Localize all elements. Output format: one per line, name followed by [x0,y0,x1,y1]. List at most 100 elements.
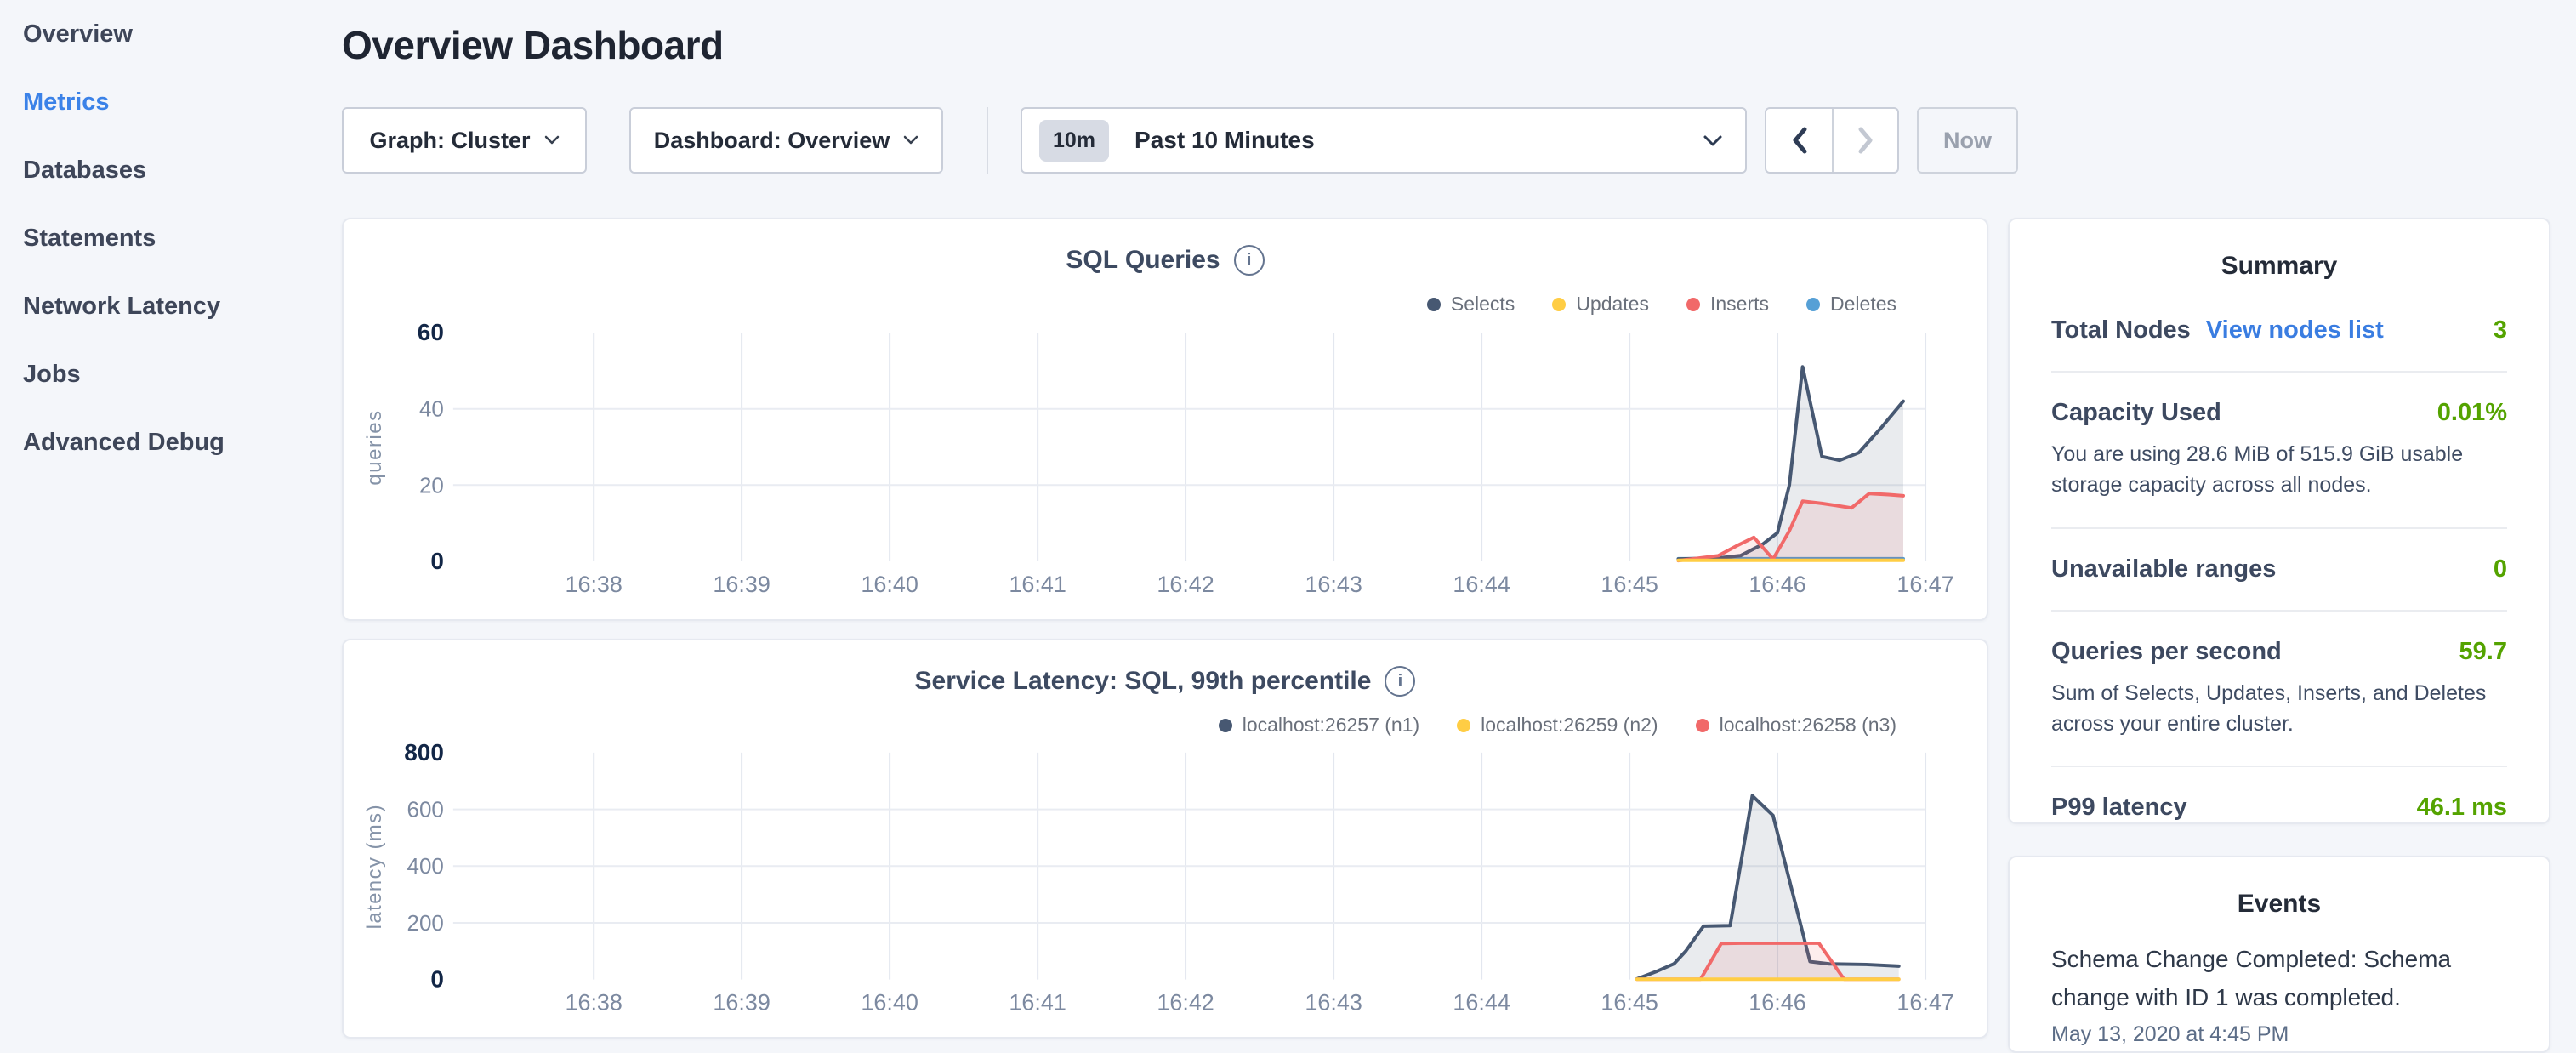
chevron-left-icon [1790,126,1809,155]
svg-text:200: 200 [407,912,444,936]
content-row: SQL Queries i Selects Updates Inserts Delet… [342,218,2551,1053]
right-column: Summary Total Nodes View nodes list 3 Ca… [2008,218,2550,1053]
summary-row-value: 3 [2494,316,2507,344]
chevron-right-icon [1857,126,1875,155]
svg-text:16:40: 16:40 [861,989,918,1015]
sidebar-item-databases[interactable]: Databases [0,136,342,204]
summary-row-subtext: You are using 28.6 MiB of 515.9 GiB usab… [2051,439,2507,501]
chevron-down-icon [544,135,560,145]
dashboard-label: Dashboard: Overview [654,128,890,154]
legend-item[interactable]: Selects [1427,293,1515,316]
chart-plot: 16:38 16:39 16:40 16:41 16:42 16:43 16:44 16:45… [344,219,1987,619]
dashboard-controls: Graph: Cluster Dashboard: Overview 10m P… [342,107,2551,174]
time-range-dropdown[interactable]: 10m Past 10 Minutes [1021,107,1747,174]
service-latency-chart-card: Service Latency: SQL, 99th percentile i … [342,639,1988,1039]
info-icon[interactable]: i [1234,245,1265,276]
controls-divider [987,107,988,174]
sidebar-item-metrics[interactable]: Metrics [0,68,342,136]
chart-title: Service Latency: SQL, 99th percentile i [344,666,1987,697]
now-button[interactable]: Now [1917,107,2018,174]
svg-text:16:45: 16:45 [1601,989,1658,1015]
svg-text:16:44: 16:44 [1453,989,1510,1015]
legend-label: localhost:26258 (n3) [1720,714,1896,737]
summary-title: Summary [2051,219,2507,281]
summary-row-capacity-used: Capacity Used 0.01% You are using 28.6 M… [2051,373,2507,529]
info-icon[interactable]: i [1385,666,1415,697]
chart-legend: localhost:26257 (n1) localhost:26259 (n2)… [1219,714,1896,737]
svg-text:60: 60 [418,319,444,345]
summary-row-label: Capacity Used [2051,399,2221,427]
svg-text:16:44: 16:44 [1453,572,1510,597]
svg-text:16:38: 16:38 [565,572,622,597]
legend-dot-icon [1696,719,1709,732]
svg-text:16:41: 16:41 [1009,572,1066,597]
graph-scope-dropdown[interactable]: Graph: Cluster [342,107,587,174]
legend-item[interactable]: localhost:26257 (n1) [1219,714,1419,737]
chart-title: SQL Queries i [344,245,1987,276]
legend-label: Deletes [1830,293,1896,316]
svg-text:16:43: 16:43 [1305,572,1362,597]
summary-row-subtext: Sum of Selects, Updates, Inserts, and De… [2051,678,2507,740]
sidebar-item-advanced-debug[interactable]: Advanced Debug [0,408,342,476]
legend-dot-icon [1686,298,1700,311]
summary-row-value: 0.01% [2437,399,2507,427]
legend-item[interactable]: Deletes [1806,293,1896,316]
summary-row-unavailable-ranges: Unavailable ranges 0 [2051,529,2507,612]
summary-row-value: 0 [2494,555,2507,583]
legend-item[interactable]: Updates [1552,293,1649,316]
svg-text:600: 600 [407,799,444,822]
event-item-timestamp: May 13, 2020 at 4:45 PM [2051,1022,2507,1047]
svg-text:800: 800 [404,739,444,766]
svg-text:16:46: 16:46 [1749,989,1805,1015]
legend-label: Selects [1451,293,1515,316]
chevron-down-icon [903,135,918,145]
summary-row-label: P99 latency [2051,794,2187,822]
svg-text:20: 20 [419,472,444,498]
summary-row-queries-per-second: Queries per second 59.7 Sum of Selects, … [2051,612,2507,768]
svg-text:16:45: 16:45 [1601,572,1658,597]
summary-row-label: Total Nodes [2051,316,2191,344]
time-step-buttons [1765,107,1899,174]
svg-text:latency (ms): latency (ms) [363,804,386,929]
svg-text:16:39: 16:39 [713,572,770,597]
charts-column: SQL Queries i Selects Updates Inserts Delet… [342,218,1988,1053]
svg-text:16:43: 16:43 [1305,989,1362,1015]
sidebar-item-statements[interactable]: Statements [0,204,342,272]
svg-text:16:41: 16:41 [1009,989,1066,1015]
svg-text:16:42: 16:42 [1157,989,1214,1015]
legend-dot-icon [1427,298,1441,311]
sidebar-item-network-latency[interactable]: Network Latency [0,272,342,340]
legend-label: localhost:26257 (n1) [1243,714,1419,737]
legend-dot-icon [1806,298,1820,311]
prev-time-button[interactable] [1766,109,1832,172]
chart-legend: Selects Updates Inserts Deletes [1427,293,1896,316]
dashboard-dropdown[interactable]: Dashboard: Overview [629,107,943,174]
main-content: Overview Dashboard Graph: Cluster Dashbo… [342,0,2576,1053]
events-title: Events [2051,857,2507,919]
time-range-badge: 10m [1039,120,1109,162]
legend-dot-icon [1219,719,1232,732]
sidebar-item-jobs[interactable]: Jobs [0,340,342,408]
graph-scope-label: Graph: Cluster [369,128,530,154]
next-time-button[interactable] [1832,109,1897,172]
view-nodes-list-link[interactable]: View nodes list [2206,316,2384,344]
legend-item[interactable]: localhost:26259 (n2) [1457,714,1658,737]
svg-text:16:40: 16:40 [861,572,918,597]
legend-label: Updates [1576,293,1649,316]
chart-title-text: Service Latency: SQL, 99th percentile [915,667,1372,696]
svg-text:16:42: 16:42 [1157,572,1214,597]
svg-text:40: 40 [419,396,444,422]
sidebar-nav: Overview Metrics Databases Statements Ne… [0,0,342,1053]
legend-label: Inserts [1710,293,1769,316]
summary-row-value: 46.1 ms [2417,794,2507,822]
chevron-down-icon [1703,134,1723,147]
summary-row-value: 59.7 [2459,638,2507,666]
svg-text:16:47: 16:47 [1896,989,1953,1015]
summary-row-label: Unavailable ranges [2051,555,2276,583]
chart-plot: 16:3816:3916:4016:4116:4216:4316:4416:45… [344,640,1987,1037]
legend-item[interactable]: localhost:26258 (n3) [1696,714,1896,737]
legend-item[interactable]: Inserts [1686,293,1769,316]
legend-dot-icon [1457,719,1470,732]
sidebar-item-overview[interactable]: Overview [0,0,342,68]
events-panel: Events Schema Change Completed: Schema c… [2008,856,2550,1053]
